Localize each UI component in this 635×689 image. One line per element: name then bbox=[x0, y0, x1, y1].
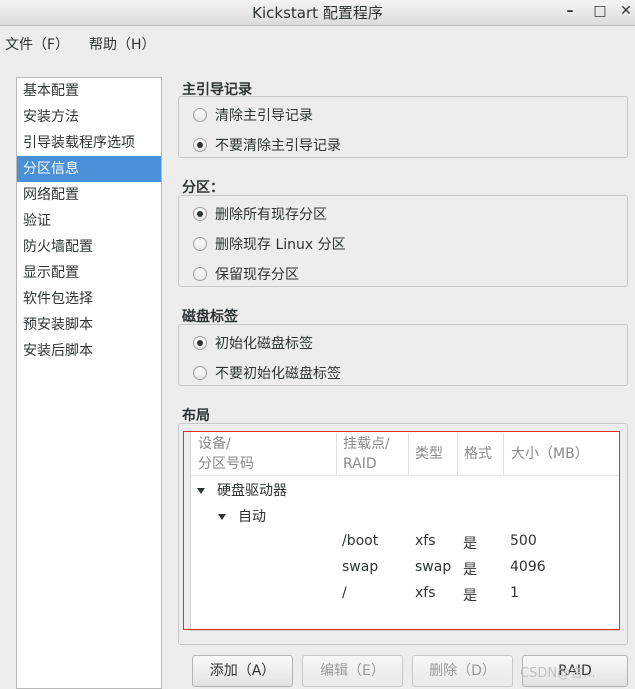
radio-label: 不要初始化磁盘标签 bbox=[215, 366, 341, 382]
column-divider bbox=[457, 433, 458, 475]
cell-type: xfs bbox=[415, 585, 436, 601]
radio-button-checked[interactable] bbox=[193, 138, 207, 152]
sidebar-item-basic[interactable]: 基本配置 bbox=[17, 78, 161, 104]
header-divider bbox=[191, 475, 619, 476]
column-divider bbox=[408, 433, 409, 475]
radio-label: 删除所有现存分区 bbox=[215, 207, 327, 223]
sidebar-item-auth[interactable]: 验证 bbox=[17, 208, 161, 234]
cell-mount: / bbox=[342, 585, 347, 601]
sidebar-item-display[interactable]: 显示配置 bbox=[17, 260, 161, 286]
column-header-type[interactable]: 类型 bbox=[415, 444, 443, 464]
column-header-mount-line1: 挂载点/ bbox=[343, 436, 390, 452]
radio-button[interactable] bbox=[193, 366, 207, 380]
sidebar-item-network[interactable]: 网络配置 bbox=[17, 182, 161, 208]
sidebar-item-install-method[interactable]: 安装方法 bbox=[17, 104, 161, 130]
disklabel-option-no-init[interactable]: 不要初始化磁盘标签 bbox=[193, 363, 341, 383]
expander-down-icon[interactable] bbox=[218, 514, 226, 520]
column-divider bbox=[503, 433, 504, 475]
partition-option-remove-all[interactable]: 删除所有现存分区 bbox=[193, 204, 327, 224]
column-header-mount-line2: RAID bbox=[343, 456, 377, 472]
mbr-option-keep[interactable]: 不要清除主引导记录 bbox=[193, 135, 341, 155]
watermark-text: CSDN@言... bbox=[520, 666, 596, 681]
column-header-format[interactable]: 格式 bbox=[464, 444, 492, 464]
sidebar-item-post-script[interactable]: 安装后脚本 bbox=[17, 338, 161, 364]
window-title: Kickstart 配置程序 bbox=[252, 4, 383, 22]
sidebar-item-pre-script[interactable]: 预安装脚本 bbox=[17, 312, 161, 338]
radio-label: 删除现存 Linux 分区 bbox=[215, 237, 346, 253]
radio-button[interactable] bbox=[193, 237, 207, 251]
menu-help[interactable]: 帮助（H） bbox=[89, 34, 156, 54]
disklabel-section-title: 磁盘标签 bbox=[182, 309, 238, 325]
column-header-device[interactable]: 设备/ 分区号码 bbox=[198, 434, 254, 474]
sidebar: 基本配置 安装方法 引导装载程序选项 分区信息 网络配置 验证 防火墙配置 显示… bbox=[16, 77, 162, 689]
cell-size: 1 bbox=[510, 585, 519, 601]
radio-label: 保留现存分区 bbox=[215, 267, 299, 283]
maximize-icon[interactable]: □ bbox=[590, 2, 610, 22]
edit-button[interactable]: 编辑（E） bbox=[302, 655, 403, 687]
disklabel-option-init[interactable]: 初始化磁盘标签 bbox=[193, 333, 313, 353]
layout-section-title: 布局 bbox=[182, 408, 210, 424]
cell-type: xfs bbox=[415, 533, 436, 549]
column-header-size[interactable]: 大小（MB） bbox=[511, 444, 589, 464]
delete-button[interactable]: 删除（D） bbox=[412, 655, 513, 687]
cell-format: 是 bbox=[463, 562, 477, 578]
tree-node-harddrives[interactable]: 硬盘驱动器 bbox=[217, 480, 287, 500]
sidebar-item-firewall[interactable]: 防火墙配置 bbox=[17, 234, 161, 260]
cell-format: 是 bbox=[463, 536, 477, 552]
window-titlebar: Kickstart 配置程序 – □ ✕ bbox=[0, 0, 635, 26]
sidebar-item-partition[interactable]: 分区信息 bbox=[17, 156, 161, 182]
cell-size: 500 bbox=[510, 533, 537, 549]
partition-section-title: 分区： bbox=[182, 180, 224, 196]
cell-format: 是 bbox=[463, 588, 477, 604]
cell-mount: /boot bbox=[342, 533, 379, 549]
add-button[interactable]: 添加（A） bbox=[192, 655, 293, 687]
cell-size: 4096 bbox=[510, 559, 546, 575]
radio-label: 不要清除主引导记录 bbox=[215, 138, 341, 154]
column-header-mount[interactable]: 挂载点/ RAID bbox=[343, 434, 390, 474]
cell-mount: swap bbox=[342, 559, 379, 575]
radio-label: 清除主引导记录 bbox=[215, 108, 313, 124]
radio-button[interactable] bbox=[193, 267, 207, 281]
expander-down-icon[interactable] bbox=[197, 488, 205, 494]
column-header-device-line1: 设备/ bbox=[198, 436, 231, 452]
menu-file[interactable]: 文件（F） bbox=[5, 34, 69, 54]
column-divider bbox=[336, 433, 337, 475]
mbr-option-clear[interactable]: 清除主引导记录 bbox=[193, 105, 313, 125]
radio-button-checked[interactable] bbox=[193, 207, 207, 221]
radio-button-checked[interactable] bbox=[193, 336, 207, 350]
cell-type: swap bbox=[415, 559, 452, 575]
radio-button[interactable] bbox=[193, 108, 207, 122]
partition-option-remove-linux[interactable]: 删除现存 Linux 分区 bbox=[193, 234, 346, 254]
tree-node-auto[interactable]: 自动 bbox=[238, 506, 266, 526]
menubar: 文件（F） 帮助（H） bbox=[0, 26, 635, 58]
close-icon[interactable]: ✕ bbox=[616, 2, 635, 22]
sidebar-item-bootloader[interactable]: 引导装载程序选项 bbox=[17, 130, 161, 156]
sidebar-item-packages[interactable]: 软件包选择 bbox=[17, 286, 161, 312]
minimize-icon[interactable]: – bbox=[560, 2, 580, 22]
partition-option-preserve[interactable]: 保留现存分区 bbox=[193, 264, 299, 284]
column-header-device-line2: 分区号码 bbox=[198, 456, 254, 472]
radio-label: 初始化磁盘标签 bbox=[215, 336, 313, 352]
